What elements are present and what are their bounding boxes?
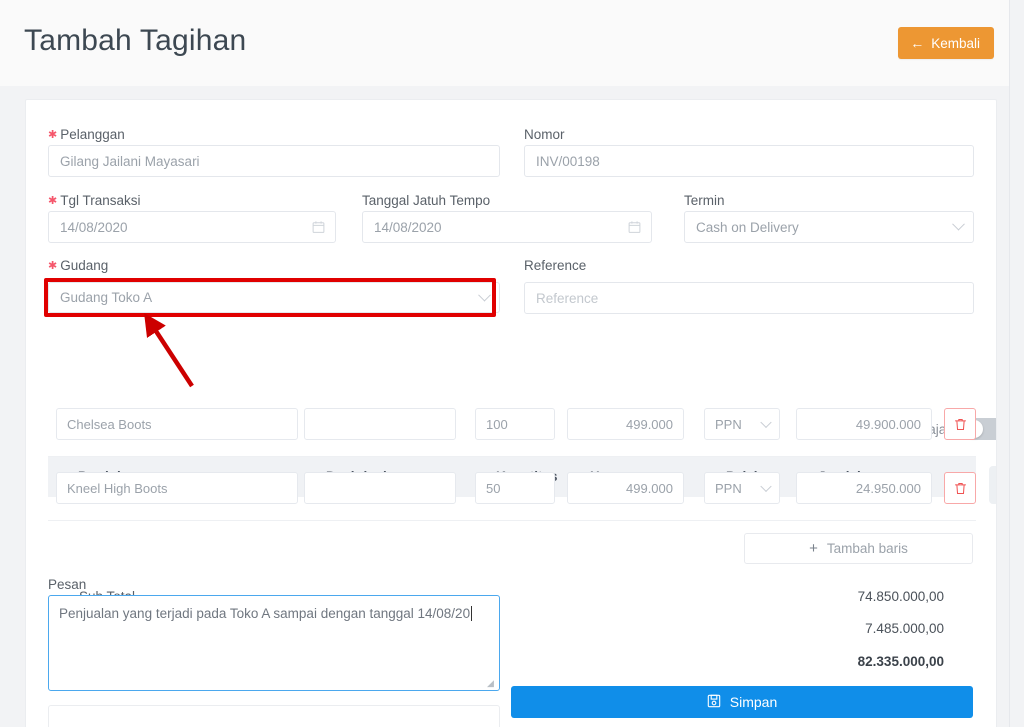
ppn-value: 7.485.000,00 — [865, 621, 944, 636]
resize-handle-icon[interactable]: ◢ — [487, 678, 497, 688]
nomor-input[interactable]: INV/00198 — [524, 145, 974, 177]
row-pajak-value: PPN — [715, 480, 742, 496]
pelanggan-value: Gilang Jailani Mayasari — [60, 153, 200, 169]
row-kuantitas-value: 50 — [486, 480, 501, 496]
tgl-transaksi-input[interactable]: 14/08/2020 — [48, 211, 336, 243]
required-asterisk: ✱ — [48, 129, 58, 141]
chevron-down-icon — [760, 416, 772, 429]
back-button-label: Kembali — [931, 35, 980, 51]
right-divider — [1009, 0, 1010, 727]
row-deskripsi-input[interactable] — [304, 408, 456, 440]
tanggal-jatuh-tempo-value: 14/08/2020 — [374, 219, 442, 235]
row-delete-button[interactable] — [944, 408, 976, 440]
text-caret — [471, 606, 473, 621]
label-tgl-transaksi: ✱ Tgl Transaksi — [48, 193, 141, 208]
row-harga-value: 499.000 — [626, 480, 673, 496]
label-termin: Termin — [684, 193, 725, 208]
gudang-value: Gudang Toko A — [60, 290, 153, 305]
gudang-select[interactable]: Gudang Toko A — [48, 282, 500, 313]
row-harga-input[interactable]: 499.000 — [567, 408, 684, 440]
row-produk-value: Chelsea Boots — [67, 416, 152, 432]
label-pesan: Pesan — [48, 577, 87, 592]
pelanggan-input[interactable]: Gilang Jailani Mayasari — [48, 145, 500, 177]
label-tanggal-jatuh-tempo: Tanggal Jatuh Tempo — [362, 193, 491, 208]
arrow-left-icon: ← — [910, 35, 925, 51]
row-kuantitas-input[interactable]: 50 — [475, 472, 555, 504]
row-produk-input[interactable]: Kneel High Boots — [56, 472, 298, 504]
row-divider — [48, 520, 976, 521]
subtotal-value: 74.850.000,00 — [857, 589, 944, 604]
scroll-to-top-button[interactable] — [989, 466, 996, 504]
page-header: Tambah Tagihan ← Kembali — [0, 0, 1010, 86]
row-pajak-select[interactable]: PPN — [704, 472, 780, 504]
calendar-icon[interactable] — [628, 221, 641, 234]
back-button[interactable]: ← Kembali — [898, 27, 994, 59]
add-row-button[interactable]: + Tambah baris — [744, 533, 973, 564]
pesan-value: Penjualan yang terjadi pada Toko A sampa… — [59, 606, 471, 621]
row-deskripsi-input[interactable] — [304, 472, 456, 504]
attachment-box[interactable] — [48, 705, 500, 727]
save-button-label: Simpan — [729, 694, 778, 710]
reference-placeholder: Reference — [536, 290, 599, 306]
row-pajak-value: PPN — [715, 416, 742, 432]
row-delete-button[interactable] — [944, 472, 976, 504]
termin-select[interactable]: Cash on Delivery — [684, 211, 974, 243]
row-jumlah-value: 49.900.000 — [855, 416, 921, 432]
form-card: ✱ Pelanggan Gilang Jailani Mayasari Nomor… — [25, 99, 997, 727]
row-jumlah-input[interactable]: 24.950.000 — [796, 472, 932, 504]
termin-value: Cash on Delivery — [696, 219, 799, 235]
row-jumlah-value: 24.950.000 — [855, 480, 921, 496]
nomor-value: INV/00198 — [536, 153, 600, 169]
row-kuantitas-value: 100 — [486, 416, 508, 432]
chevron-down-icon — [760, 480, 772, 493]
row-produk-input[interactable]: Chelsea Boots — [56, 408, 298, 440]
table-row: Chelsea Boots 100 499.000 PPN 49.900.000 — [48, 397, 976, 453]
calendar-icon[interactable] — [312, 221, 325, 234]
tgl-transaksi-value: 14/08/2020 — [60, 219, 128, 235]
save-icon — [707, 694, 721, 711]
reference-input[interactable]: Reference — [524, 282, 974, 314]
row-divider — [48, 456, 976, 457]
row-pajak-select[interactable]: PPN — [704, 408, 780, 440]
row-produk-value: Kneel High Boots — [67, 480, 168, 496]
row-jumlah-input[interactable]: 49.900.000 — [796, 408, 932, 440]
row-kuantitas-input[interactable]: 100 — [475, 408, 555, 440]
label-nomor: Nomor — [524, 127, 565, 142]
total-value: 82.335.000,00 — [857, 654, 944, 669]
page-root: Tambah Tagihan ← Kembali ✱ Pelanggan Gila… — [0, 0, 1024, 727]
add-row-label: Tambah baris — [826, 541, 908, 556]
plus-icon: + — [809, 540, 818, 557]
row-harga-value: 499.000 — [626, 416, 673, 432]
table-row: Kneel High Boots 50 499.000 PPN 24.950.0… — [48, 461, 976, 517]
tanggal-jatuh-tempo-input[interactable]: 14/08/2020 — [362, 211, 652, 243]
required-asterisk: ✱ — [48, 260, 58, 272]
required-asterisk: ✱ — [48, 195, 58, 207]
pesan-textarea[interactable]: Penjualan yang terjadi pada Toko A sampa… — [48, 595, 500, 691]
row-harga-input[interactable]: 499.000 — [567, 472, 684, 504]
label-pelanggan: ✱ Pelanggan — [48, 127, 125, 142]
label-gudang: ✱ Gudang — [48, 258, 109, 273]
chevron-down-icon — [478, 288, 491, 302]
page-title: Tambah Tagihan — [24, 24, 247, 57]
label-reference: Reference — [524, 258, 587, 273]
save-button[interactable]: Simpan — [511, 686, 973, 718]
chevron-down-icon — [952, 217, 965, 232]
